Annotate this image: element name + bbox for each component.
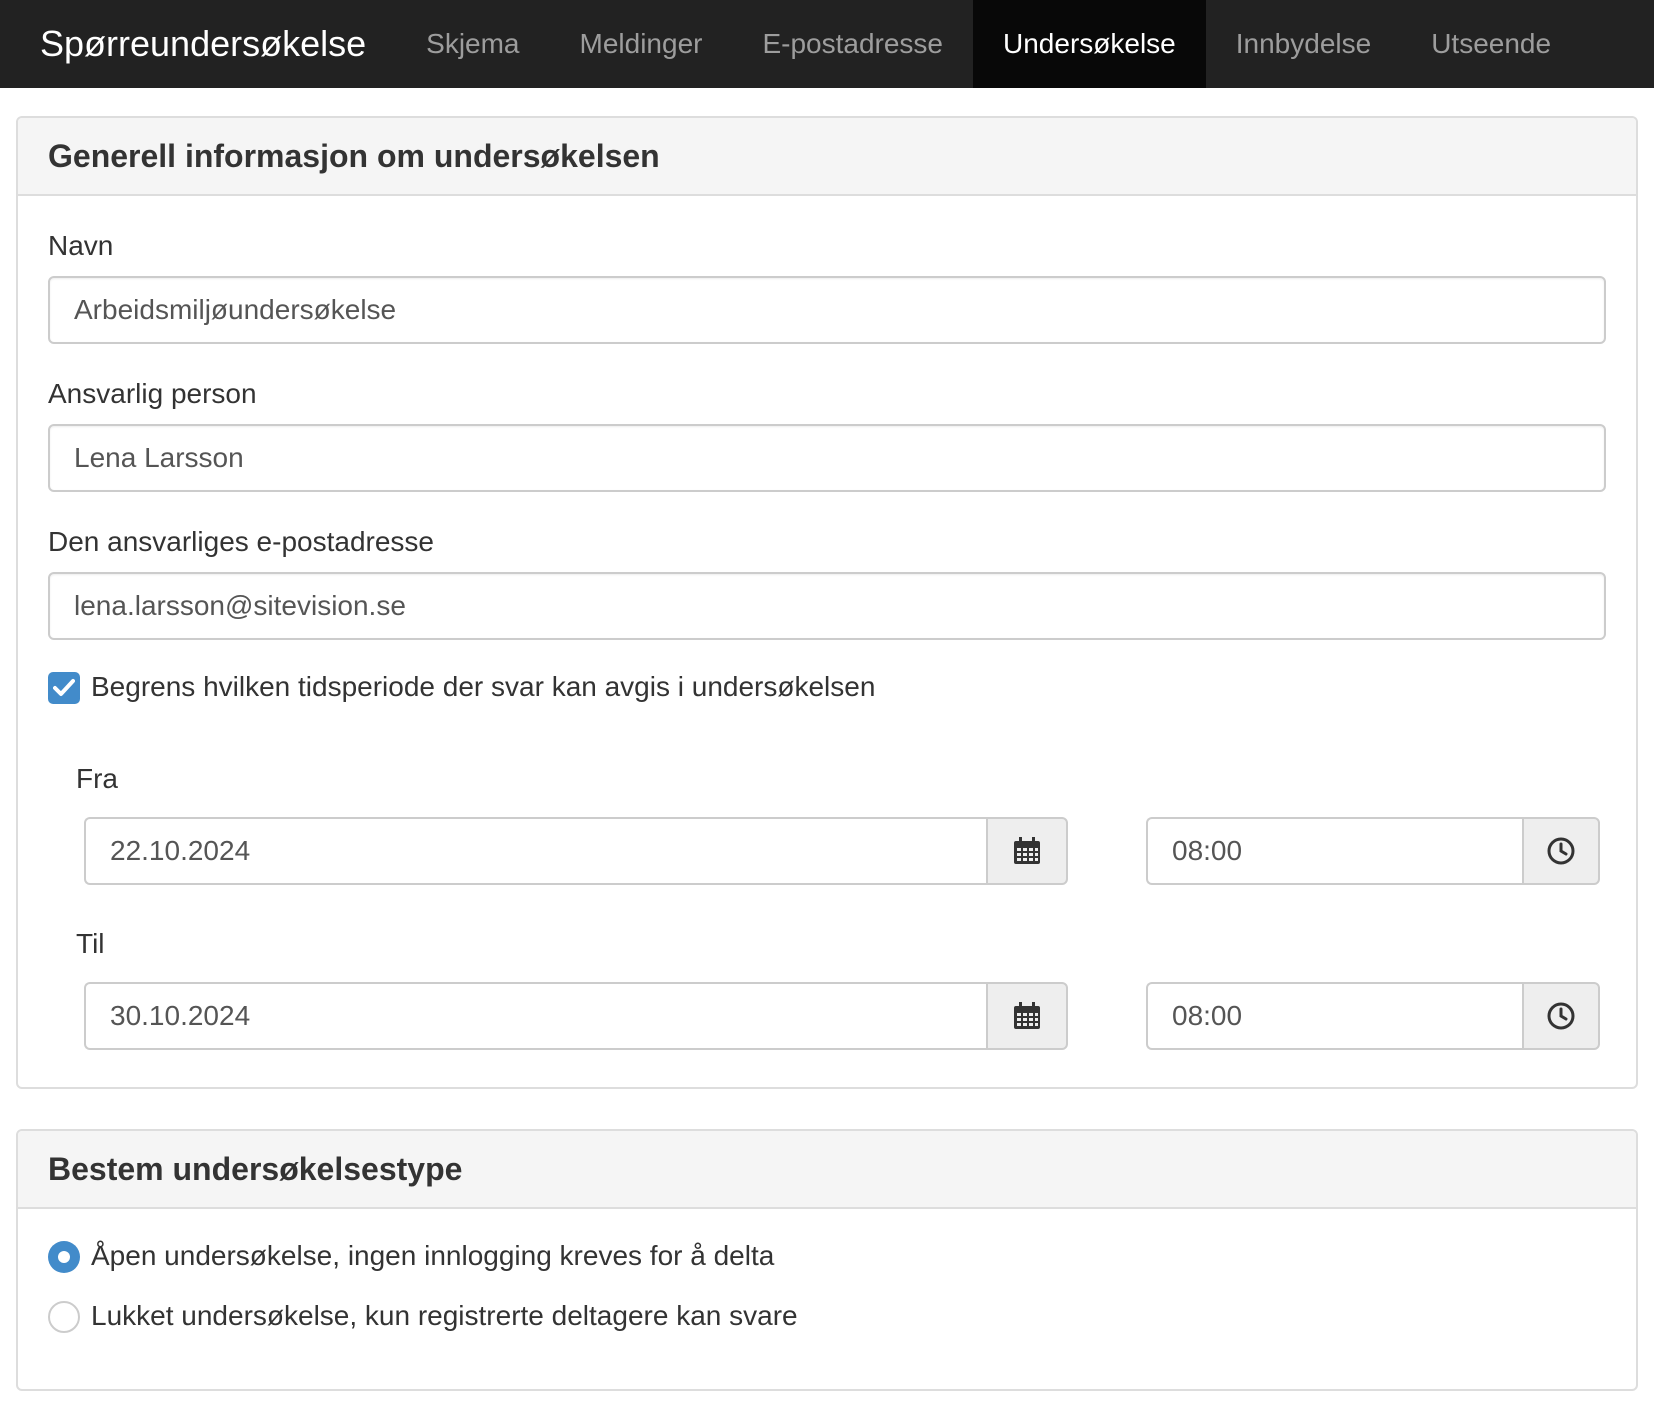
calendar-icon: [1014, 837, 1040, 864]
general-info-heading: Generell informasjon om undersøkelsen: [18, 118, 1636, 196]
tab-meldinger[interactable]: Meldinger: [550, 0, 733, 88]
closed-survey-radio[interactable]: [48, 1301, 80, 1333]
name-input[interactable]: Arbeidsmiljøundersøkelse: [48, 276, 1606, 344]
responsible-label: Ansvarlig person: [48, 378, 257, 409]
from-date-input[interactable]: 22.10.2024: [84, 817, 986, 885]
email-input[interactable]: lena.larsson@sitevision.se: [48, 572, 1606, 640]
general-info-panel: Generell informasjon om undersøkelsen Na…: [16, 116, 1638, 1089]
closed-survey-label[interactable]: Lukket undersøkelse, kun registrerte del…: [91, 1300, 798, 1332]
from-time-input[interactable]: 08:00: [1146, 817, 1522, 885]
app-brand[interactable]: Spørreundersøkelse: [0, 0, 396, 88]
to-time-picker-button[interactable]: [1522, 982, 1600, 1050]
limit-period-checkbox[interactable]: [48, 672, 80, 704]
to-date-group: 30.10.2024: [84, 982, 1068, 1050]
survey-type-panel: Bestem undersøkelsestype Åpen undersøkel…: [16, 1129, 1638, 1391]
open-survey-radio[interactable]: [48, 1241, 80, 1273]
from-date-picker-button[interactable]: [986, 817, 1068, 885]
to-date-input[interactable]: 30.10.2024: [84, 982, 986, 1050]
responsible-input[interactable]: Lena Larsson: [48, 424, 1606, 492]
to-label: Til: [76, 928, 105, 959]
top-navbar: Spørreundersøkelse Skjema Meldinger E-po…: [0, 0, 1654, 88]
tab-undersokelse[interactable]: Undersøkelse: [973, 0, 1206, 88]
survey-type-heading: Bestem undersøkelsestype: [18, 1131, 1636, 1209]
tab-utseende[interactable]: Utseende: [1401, 0, 1581, 88]
name-label: Navn: [48, 230, 114, 261]
tab-skjema[interactable]: Skjema: [396, 0, 549, 88]
tab-e-postadresse[interactable]: E-postadresse: [732, 0, 973, 88]
from-date-group: 22.10.2024: [84, 817, 1068, 885]
from-time-picker-button[interactable]: [1522, 817, 1600, 885]
clock-icon: [1547, 1002, 1575, 1030]
limit-period-label[interactable]: Begrens hvilken tidsperiode der svar kan…: [91, 671, 875, 703]
to-time-input[interactable]: 08:00: [1146, 982, 1522, 1050]
open-survey-label[interactable]: Åpen undersøkelse, ingen innlogging krev…: [91, 1240, 774, 1272]
from-label: Fra: [76, 763, 118, 794]
to-time-group: 08:00: [1146, 982, 1600, 1050]
calendar-icon: [1014, 1002, 1040, 1029]
from-time-group: 08:00: [1146, 817, 1600, 885]
to-date-picker-button[interactable]: [986, 982, 1068, 1050]
email-label: Den ansvarliges e-postadresse: [48, 526, 434, 557]
tab-innbydelse[interactable]: Innbydelse: [1206, 0, 1401, 88]
checkmark-icon: [53, 679, 75, 696]
clock-icon: [1547, 837, 1575, 865]
